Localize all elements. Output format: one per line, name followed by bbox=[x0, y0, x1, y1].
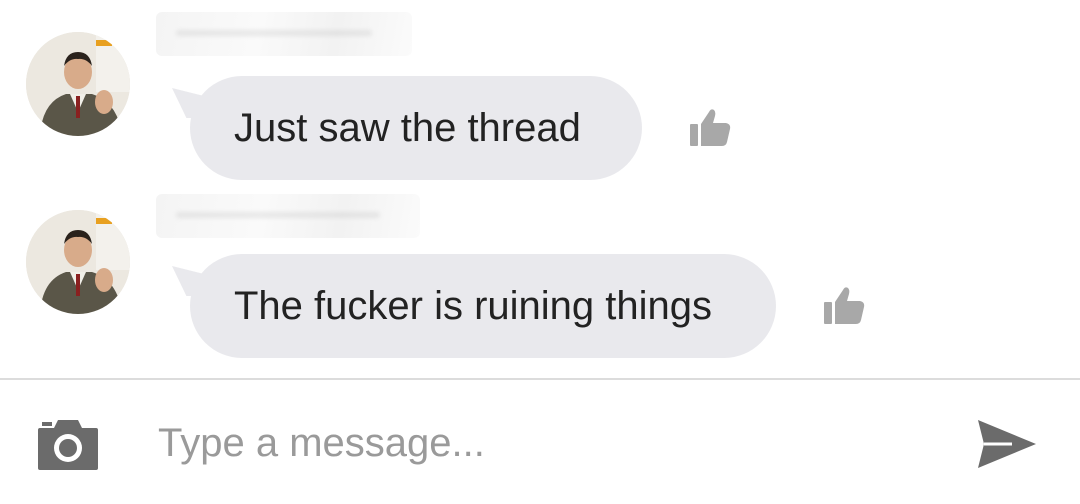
message-bubble[interactable]: The fucker is ruining things bbox=[190, 254, 776, 358]
message-row: The fucker is ruining things bbox=[0, 190, 1080, 378]
avatar-image bbox=[26, 32, 130, 136]
avatar[interactable] bbox=[26, 32, 130, 136]
message-composer bbox=[0, 378, 1080, 504]
avatar-image bbox=[26, 210, 130, 314]
send-icon[interactable] bbox=[976, 418, 1038, 470]
chat-screen: Just saw the thread The fucker is ruinin… bbox=[0, 0, 1080, 504]
message-text: Just saw the thread bbox=[234, 105, 581, 150]
message-row: Just saw the thread bbox=[0, 0, 1080, 190]
sender-name-redacted bbox=[156, 194, 420, 238]
thumbs-up-icon[interactable] bbox=[820, 282, 868, 330]
message-input[interactable] bbox=[158, 410, 918, 476]
sender-name-redacted bbox=[156, 12, 412, 56]
avatar[interactable] bbox=[26, 210, 130, 314]
thumbs-up-icon[interactable] bbox=[686, 104, 734, 152]
message-bubble[interactable]: Just saw the thread bbox=[190, 76, 642, 180]
camera-icon[interactable] bbox=[36, 416, 100, 472]
message-text: The fucker is ruining things bbox=[234, 283, 713, 328]
